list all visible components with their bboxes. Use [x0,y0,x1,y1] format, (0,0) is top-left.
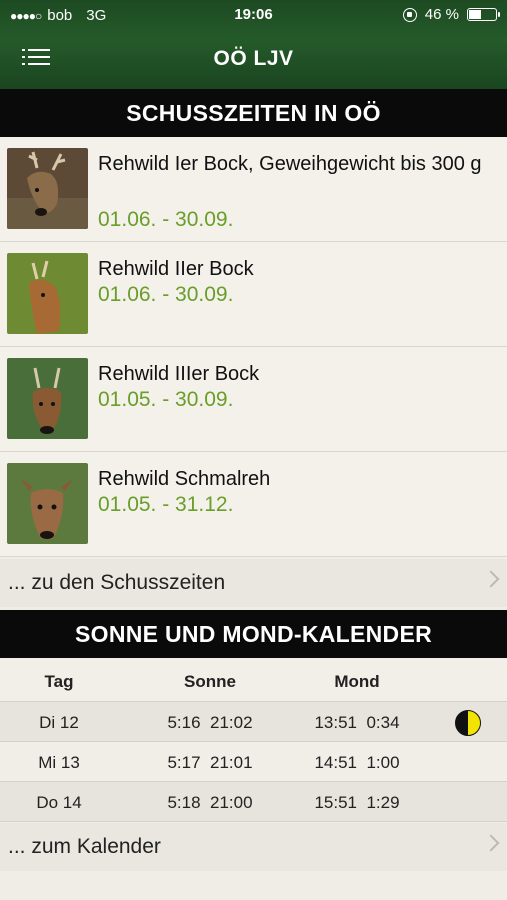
column-header-tag: Tag [44,672,74,691]
deer-photo [7,253,88,334]
deer-photo [7,358,88,439]
bottom-spacer [0,872,507,900]
kalender-link[interactable]: ... zum Kalender [0,823,507,871]
item-title: Rehwild IIer Bock [98,258,254,280]
link-label: ... zu den Schusszeiten [8,571,226,594]
list-item[interactable]: Rehwild Schmalreh 01.05. - 31.12. [0,452,507,557]
cell-tag: Do 14 [36,793,82,812]
list-item[interactable]: Rehwild Ier Bock, Geweihgewicht bis 300 … [0,137,507,242]
cell-tag: Di 12 [39,713,79,732]
app-title: OÖ LJV [213,47,294,70]
cell-mond: 14:51 1:00 [314,753,400,772]
battery-icon [467,8,500,21]
rotation-lock-icon [402,7,417,22]
deer-photo [7,463,88,544]
item-title: Rehwild Schmalreh [98,468,271,490]
cell-sonne: 5:18 21:00 [167,793,253,812]
cell-tag: Mi 13 [38,753,80,772]
cell-mond: 13:51 0:34 [314,713,400,732]
status-bar: ●●●●○ bob 3G 19:06 46 % [0,0,507,30]
cell-sonne: 5:17 21:01 [167,753,253,772]
table-row: Di 12 5:16 21:02 13:51 0:34 [0,702,507,742]
item-dates: 01.05. - 31.12. [98,493,234,516]
table-row: Do 14 5:18 21:00 15:51 1:29 [0,782,507,822]
item-dates: 01.05. - 30.09. [98,388,234,411]
item-title: Rehwild IIIer Bock [98,363,260,385]
cell-mond: 15:51 1:29 [314,793,400,812]
item-dates: 01.06. - 30.09. [98,283,234,306]
battery-percent: 46 % [424,6,459,23]
item-title: Rehwild Ier Bock, Geweihgewicht bis 300 … [98,153,482,175]
item-dates: 01.06. - 30.09. [98,208,234,231]
list-item[interactable]: Rehwild IIer Bock 01.06. - 30.09. [0,242,507,347]
half-moon-icon [455,710,481,736]
list-item[interactable]: Rehwild IIIer Bock 01.05. - 30.09. [0,347,507,452]
chevron-right-icon [482,834,500,852]
link-label: ... zum Kalender [8,835,161,858]
section-header-kalender: SONNE UND MOND-KALENDER [0,610,507,658]
deer-photo [7,148,88,229]
nav-bar: OÖ LJV [0,30,507,89]
table-row: Mi 13 5:17 21:01 14:51 1:00 [0,742,507,782]
schusszeiten-link[interactable]: ... zu den Schusszeiten [0,559,507,607]
column-header-sonne: Sonne [184,672,236,691]
column-header-mond: Mond [334,672,380,691]
chevron-right-icon [482,570,500,588]
section-header-schusszeiten: SCHUSSZEITEN IN OÖ [0,89,507,137]
top-bar: ●●●●○ bob 3G 19:06 46 % OÖ LJV [0,0,507,89]
calendar-header-row: Tag Sonne Mond [0,658,507,702]
cell-sonne: 5:16 21:02 [167,713,253,732]
